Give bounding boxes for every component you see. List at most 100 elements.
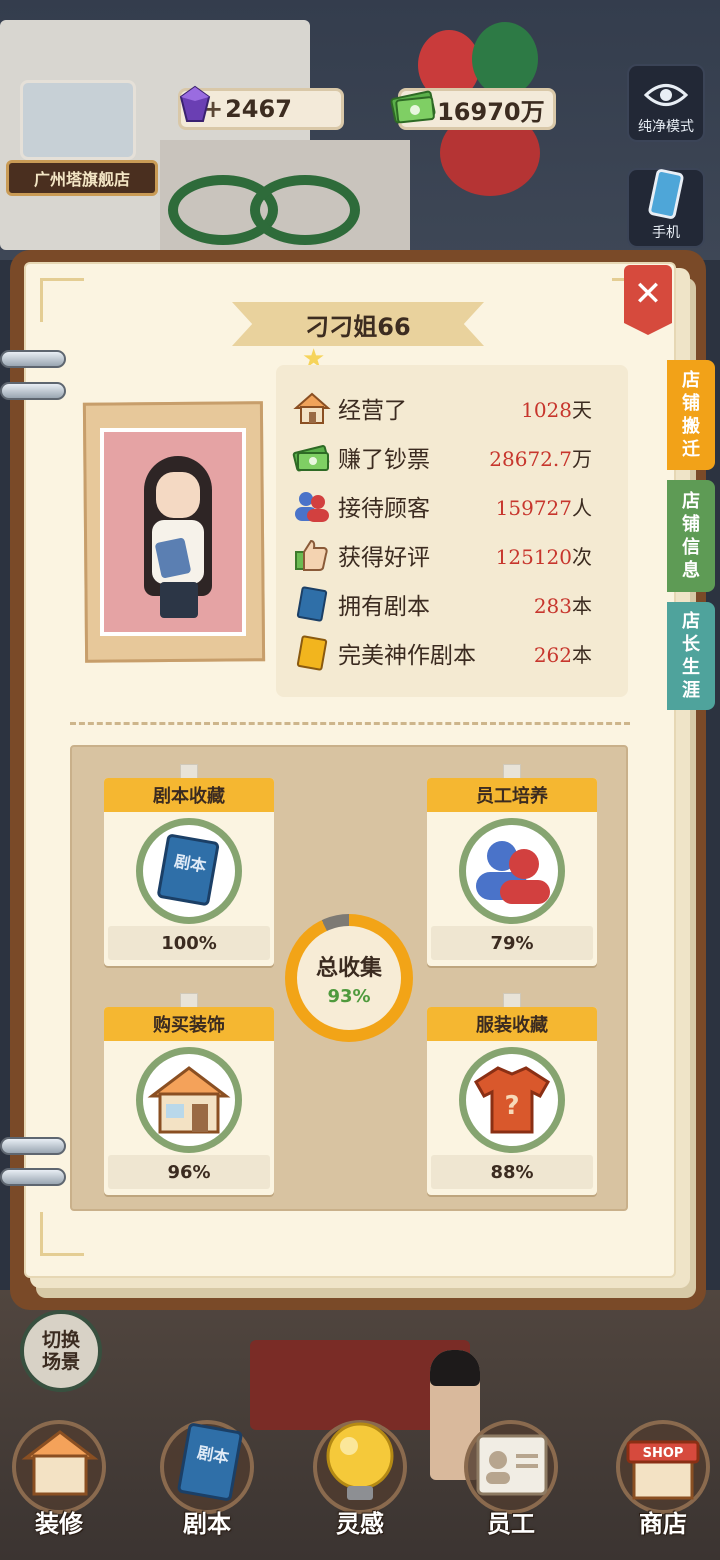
collection-card-staff[interactable]: 员工培养 79% [427,778,597,966]
switch-scene-button[interactable]: 切换场景 [20,1310,102,1392]
staff-icon [476,841,550,904]
nav-label: 灵感 [336,1510,384,1538]
stat-row-days: 经营了 1028天 [290,388,620,428]
stat-value: 28672.7万 [489,446,592,471]
store-name-label: 广州塔旗舰店 [6,160,158,196]
svg-text:?: ? [504,1091,519,1121]
page-corner-ornament [40,1212,84,1256]
stat-row-customers: 接待顾客 159727人 [290,486,620,526]
stat-row-scripts: 拥有剧本 283本 [290,584,620,624]
avatar-face [156,472,200,518]
total-collection-ring: 总收集 93% [285,914,413,1042]
cash-amount: 16970万 [437,97,545,126]
card-percent: 96% [108,1155,270,1189]
card-percent: 100% [108,926,270,960]
stat-value: 283本 [533,593,592,618]
binder-ring [0,1168,66,1186]
stat-row-masterpieces: 完美神作剧本 262本 [290,633,620,673]
house-icon [290,388,334,428]
collection-ring [459,818,565,924]
collection-card-costumes[interactable]: 服装收藏 ? 88% [427,1007,597,1195]
stat-row-reviews: 获得好评 125120次 [290,535,620,575]
pure-mode-label: 纯净模式 [638,119,694,135]
stat-label: 拥有剧本 [338,594,430,620]
thumbs-up-icon [290,535,334,575]
nav-shop[interactable]: SHOP 商店 [608,1412,718,1552]
collection-card-decor[interactable]: 购买装饰 96% [104,1007,274,1195]
cash-icon [390,90,436,124]
binder-ring [0,1137,66,1155]
tab-store-relocation[interactable]: 店铺搬迁 [667,360,715,470]
cash-counter[interactable]: + 16970万 [390,88,556,130]
owner-name-banner: 刁刁姐66 [232,302,484,346]
phone-button[interactable]: 手机 [627,168,705,248]
christmas-wreath [250,175,360,245]
gem-icon [179,85,211,122]
nav-inspiration[interactable]: 灵感 [305,1412,415,1552]
store-thumbnail[interactable] [20,80,136,160]
script-book-icon [290,584,334,624]
switch-scene-label: 切换场景 [41,1329,80,1373]
tab-store-info[interactable]: 店铺信息 [667,480,715,592]
staff-card-icon [476,1434,548,1496]
nav-staff[interactable]: 员工 [456,1412,566,1552]
tab-label: 店铺搬迁 [682,370,700,460]
stat-label: 接待顾客 [338,496,430,522]
nav-scripts[interactable]: 剧本 剧本 [152,1412,262,1552]
pure-mode-button[interactable]: 纯净模式 [627,64,705,142]
lightbulb-icon [326,1422,394,1500]
stat-label: 经营了 [338,398,407,424]
collection-ring: 剧本 [136,818,242,924]
card-percent: 88% [431,1155,593,1189]
stat-value: 125120次 [495,544,592,569]
eye-icon [644,84,688,106]
close-icon: ✕ [633,274,663,314]
gem-amount: 2467 [225,95,292,123]
gem-counter[interactable]: + 2467 [178,85,344,130]
stat-label: 赚了钞票 [338,447,430,473]
money-icon [290,437,334,477]
stat-label: 获得好评 [338,545,430,571]
nav-label: 剧本 [183,1510,231,1538]
total-percent: 93% [327,985,371,1007]
gold-book-icon [290,633,334,673]
tab-label: 店铺信息 [682,491,700,581]
tab-label: 店长生涯 [682,611,700,701]
phone-label: 手机 [652,225,680,241]
stat-value: 1028天 [521,397,592,422]
shirt-icon: ? [473,1066,551,1134]
owner-avatar [100,428,246,636]
collection-card-scripts[interactable]: 剧本收藏 剧本 100% [104,778,274,966]
script-icon: 剧本 [177,1423,243,1501]
nav-label: 商店 [639,1510,687,1538]
shop-icon: SHOP [626,1440,700,1500]
card-title: 员工培养 [427,778,597,812]
stat-value: 262本 [533,642,592,667]
decorate-icon [21,1430,99,1496]
collection-ring: ? [459,1047,565,1153]
stat-value: 159727人 [495,495,592,520]
binder-ring [0,382,66,400]
card-percent: 79% [431,926,593,960]
svg-text:SHOP: SHOP [643,1446,684,1461]
card-title: 购买装饰 [104,1007,274,1041]
page-corner-ornament [40,278,84,322]
customers-icon [290,486,334,526]
stat-label: 完美神作剧本 [338,643,476,669]
script-book-icon: 剧本 [157,834,220,906]
green-balloon [472,22,538,96]
card-title: 服装收藏 [427,1007,597,1041]
stat-row-earnings: 赚了钞票 28672.7万 [290,437,620,477]
card-title: 剧本收藏 [104,778,274,812]
avatar-pants [160,582,198,618]
total-label: 总收集 [315,955,382,981]
phone-icon [648,169,684,219]
nav-label: 装修 [35,1510,83,1538]
tab-manager-career[interactable]: 店长生涯 [667,602,715,710]
binder-ring [0,350,66,368]
section-divider [70,722,630,725]
owner-name: 刁刁姐66 [305,312,411,341]
collection-ring [136,1047,242,1153]
nav-decorate[interactable]: 装修 [4,1412,114,1552]
close-button[interactable]: ✕ [624,265,672,335]
